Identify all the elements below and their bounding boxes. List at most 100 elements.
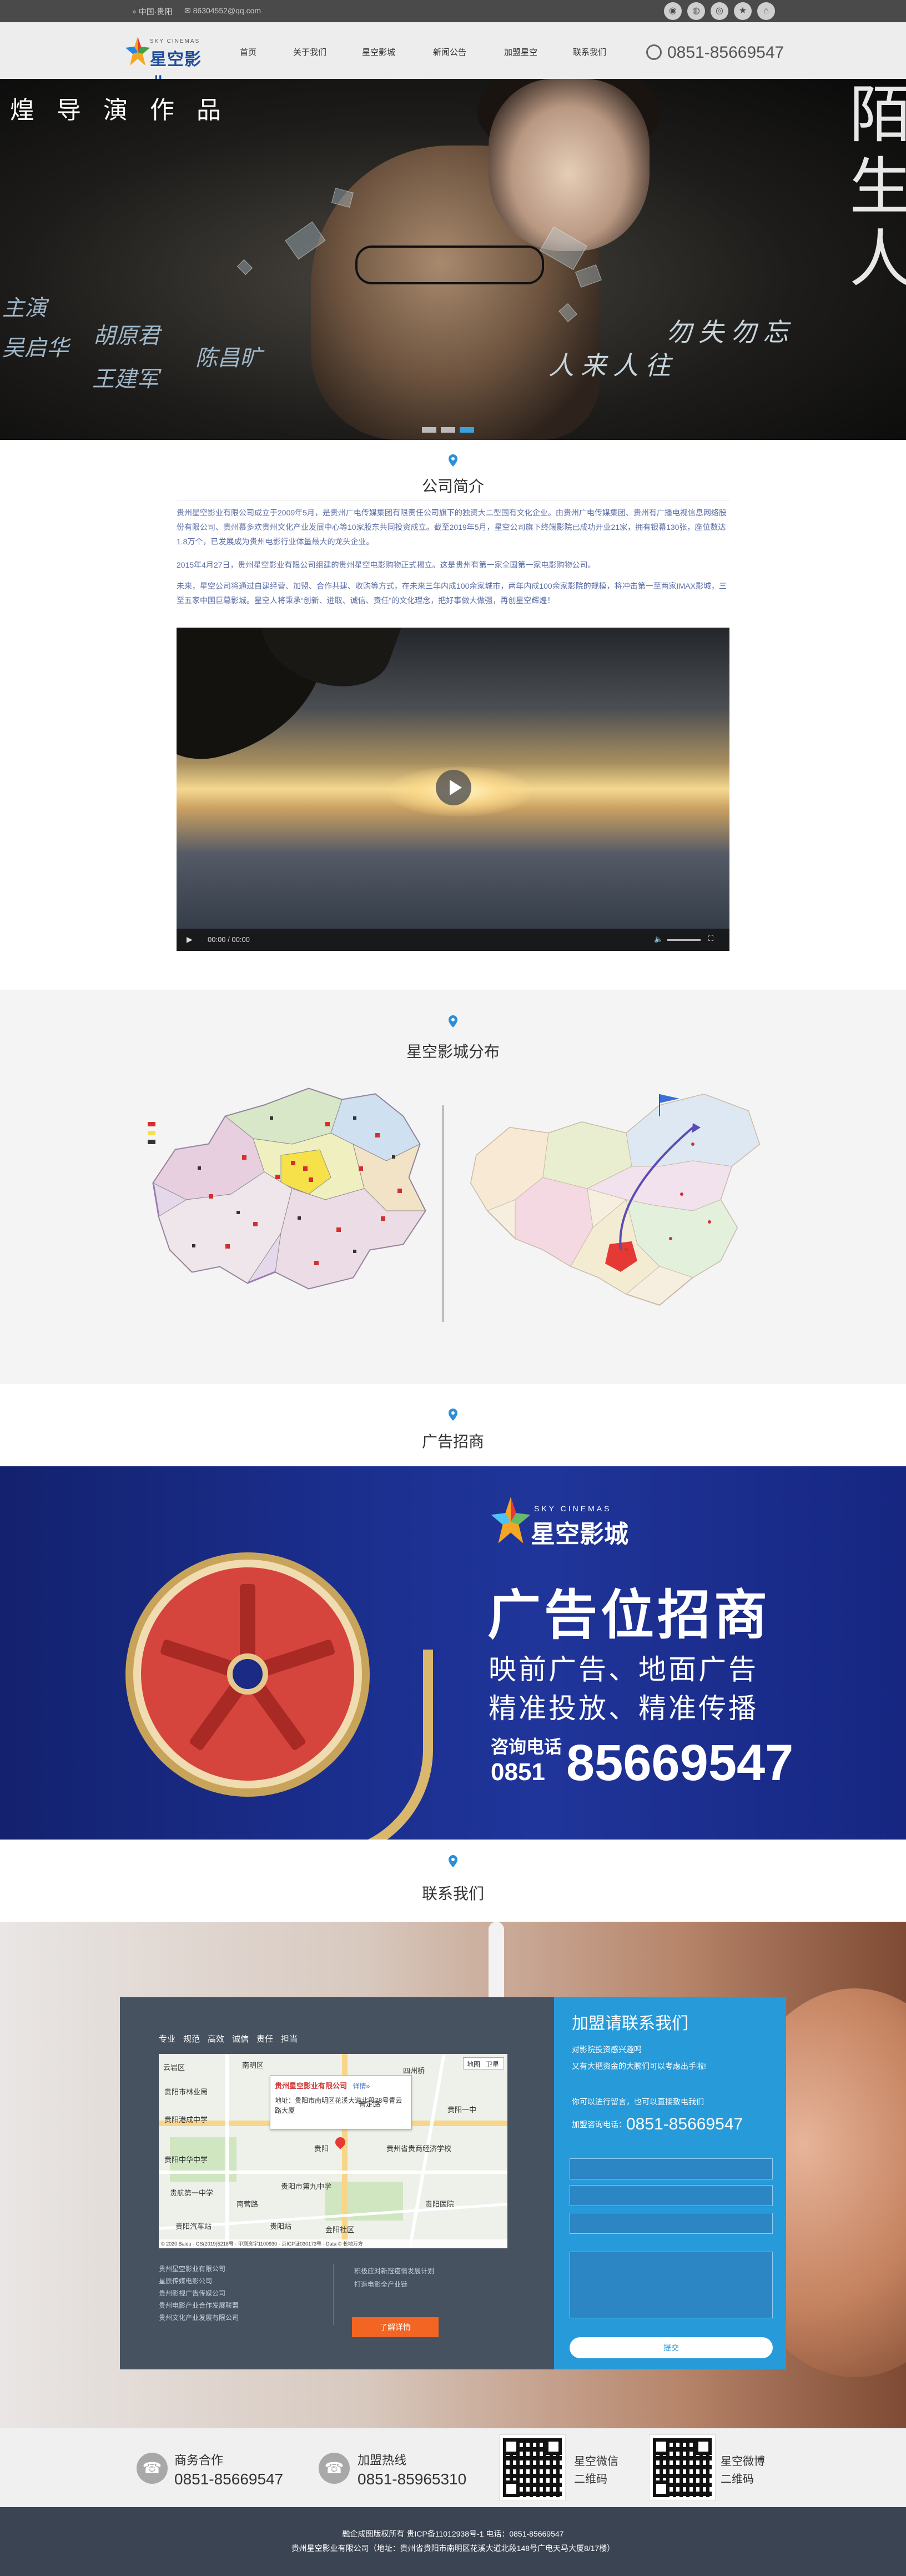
ad-logo-zh: 星空影城 [531, 1521, 628, 1548]
satellite-type-button[interactable]: 卫星 [486, 2059, 499, 2069]
top-bar: ⌖ 中国·贵阳 ✉ 86304552@qq.com ◉ ◍ ◎ ★ ⌂ [0, 0, 906, 22]
ad-line: 映前广告、地面广告 [489, 1654, 758, 1685]
banner-cast-name: 胡原君 [93, 324, 160, 348]
email-text[interactable]: ✉ 86304552@qq.com [184, 6, 261, 16]
biz-phone: 0851-85669547 [174, 2470, 284, 2488]
wechat-qr-code [499, 2434, 566, 2501]
map-popup-title: 贵州星空影业有限公司 [275, 2082, 348, 2090]
footer-link[interactable]: 贵州星空影业有限公司 [159, 2264, 225, 2273]
guizhou-map [148, 1087, 426, 1290]
video-player[interactable]: ▶ 00:00 / 00:00 🔈 ⛶ [177, 628, 729, 951]
video-controls: ▶ 00:00 / 00:00 🔈 ⛶ [177, 929, 729, 951]
map-label: 贵阳港成中学 [164, 2116, 208, 2124]
location-pin-icon [449, 1855, 457, 1867]
footer-address: 贵州星空影业有限公司（地址：贵州省贵阳市南明区花溪大道北段148号广电天马大厦8… [291, 2544, 615, 2553]
play-small-icon[interactable]: ▶ [187, 935, 193, 944]
map-label: 贵阳站 [270, 2222, 292, 2231]
play-icon[interactable] [436, 770, 471, 805]
location-pin-icon [449, 1409, 457, 1421]
slide-dot[interactable] [422, 427, 436, 433]
join-phone-row: 加盟咨询电话：0851-85669547 [572, 2115, 743, 2134]
banner-cast-label: 主演 [2, 296, 47, 320]
contact-strip: ☎ 商务合作 0851-85669547 ☎ 加盟热线 0851-8596531… [0, 2428, 906, 2507]
phone-icon [646, 44, 662, 60]
map-label: 南明区 [242, 2061, 264, 2069]
qq-icon[interactable]: ◎ [711, 2, 728, 20]
ad-line: 精准投放、精准传播 [489, 1693, 758, 1724]
nav-item-about[interactable]: 关于我们 [293, 46, 326, 58]
banner-slogan: 人来人往 [548, 351, 677, 380]
name-field[interactable] [570, 2158, 773, 2179]
join-text: 你可以进行留言，也可以直接致电我们 [572, 2097, 704, 2106]
site-logo[interactable]: SKY CINEMAS 星空影业 [125, 31, 214, 93]
map-label: 普定路 [359, 2100, 381, 2108]
section-title-intro: 公司简介 [421, 478, 484, 495]
value-tag: 责任 [256, 2034, 274, 2044]
join-title: 加盟请联系我们 [572, 2014, 688, 2033]
qr-label: 二维码 [574, 2473, 607, 2485]
ad-headline: 广告位招商 [487, 1586, 771, 1645]
section-title-distribution: 星空影城分布 [406, 1043, 500, 1060]
email-field[interactable] [570, 2213, 773, 2234]
slide-dot-active[interactable] [460, 427, 474, 433]
section-title-contact: 联系我们 [421, 1885, 484, 1902]
baidu-map[interactable]: 贵州星空影业有限公司 详情» 地址：贵阳市南明区花溪大道北段78号青云路大厦 云… [159, 2054, 507, 2248]
weibo-icon[interactable]: ◉ [664, 2, 682, 20]
footer-link[interactable]: 贵州文化产业发展有限公司 [159, 2313, 239, 2322]
star-icon[interactable]: ★ [734, 2, 752, 20]
slide-dot[interactable] [441, 427, 455, 433]
nav-item-home[interactable]: 首页 [240, 46, 256, 58]
banner-actress-image [489, 79, 650, 251]
map-type-button[interactable]: 地图 [467, 2059, 480, 2069]
logo-en-text: SKY CINEMAS [150, 38, 200, 44]
map-detail-link[interactable]: 详情» [353, 2082, 370, 2090]
map-label: 贵阳市第九中学 [281, 2182, 332, 2191]
phone-field[interactable] [570, 2185, 773, 2206]
intro-paragraph: 2015年4月27日，贵州星空影业有限公司组建的贵州星空电影购物正式揭立。这是贵… [177, 560, 596, 569]
footer-link[interactable]: 积极应对新冠疫情发展计划 [354, 2266, 434, 2276]
ad-logo-en: SKY CINEMAS [534, 1504, 612, 1513]
map-label: 贵阳汽车站 [175, 2222, 212, 2231]
footer-link[interactable]: 打造电影全产业链 [354, 2279, 407, 2289]
wechat-icon[interactable]: ◍ [687, 2, 705, 20]
nav-item-join[interactable]: 加盟星空 [504, 46, 537, 58]
china-map [470, 1093, 761, 1306]
hero-banner[interactable]: 煌导演作品 主演 吴启华 胡原君 王建军 陈昌旷 人来人往 勿失勿忘 陌生人 [0, 79, 906, 440]
footer-link[interactable]: 贵州电影产业合作发展联盟 [159, 2301, 239, 2310]
footer: 融企成图版权所有 贵ICP备11012938号-1 电话：0851-856695… [0, 2507, 906, 2576]
map-label: 四州桥 [403, 2067, 425, 2075]
ad-tel-number: 85669547 [566, 1735, 794, 1791]
learn-more-button[interactable]: 了解详情 [352, 2317, 439, 2337]
join-phone-label: 加盟咨询电话： [572, 2120, 626, 2129]
nav-item-contact[interactable]: 联系我们 [573, 46, 606, 58]
volume-icon[interactable]: 🔈 [654, 935, 663, 944]
map-label: 贵阳市林业局 [164, 2088, 208, 2096]
banner-cast-name: 吴启华 [2, 336, 69, 360]
map-type-switch[interactable]: 地图 卫星 [463, 2057, 504, 2069]
footer-link[interactable]: 星辰传媒电影公司 [159, 2276, 212, 2286]
message-textarea[interactable] [570, 2252, 773, 2318]
map-label: 贵航第一中学 [170, 2189, 214, 2197]
location-pin-icon [449, 454, 457, 467]
map-label: 云岩区 [163, 2063, 185, 2072]
qr-label: 星空微信 [574, 2455, 618, 2468]
phone-icon: ☎ [319, 2453, 350, 2484]
section-title-ad: 广告招商 [421, 1433, 484, 1450]
nav-item-news[interactable]: 新闻公告 [433, 46, 466, 58]
map-label: 贵阳中华中学 [164, 2156, 208, 2164]
submit-button[interactable]: 提交 [570, 2337, 773, 2358]
ad-banner[interactable]: SKY CINEMAS 星空影城 广告位招商 映前广告、地面广告 精准投放、精准… [0, 1466, 906, 1840]
nav-item-cinemas[interactable]: 星空影城 [362, 46, 395, 58]
main-nav: SKY CINEMAS 星空影业 首页 关于我们 星空影城 新闻公告 加盟星空 … [0, 22, 906, 93]
intro-paragraph: 贵州星空影业有限公司成立于2009年5月，是贵州广电传媒集团有限责任公司旗下的独… [177, 508, 727, 546]
footer-copyright: 融企成图版权所有 贵ICP备11012938号-1 电话：0851-856695… [342, 2529, 564, 2538]
value-tag: 规范 [183, 2034, 200, 2044]
map-popup: 贵州星空影业有限公司 详情» 地址：贵阳市南明区花溪大道北段78号青云路大厦 [270, 2075, 412, 2129]
map-label: 贵阳一中 [447, 2106, 477, 2114]
header-phone-number: 0851-85669547 [667, 43, 784, 62]
fullscreen-icon[interactable]: ⛶ [708, 934, 713, 943]
home-icon[interactable]: ⌂ [757, 2, 775, 20]
footer-link[interactable]: 贵州影视广告传媒公司 [159, 2288, 225, 2298]
volume-slider[interactable] [667, 939, 701, 941]
ad-logo-star-icon [491, 1497, 531, 1543]
